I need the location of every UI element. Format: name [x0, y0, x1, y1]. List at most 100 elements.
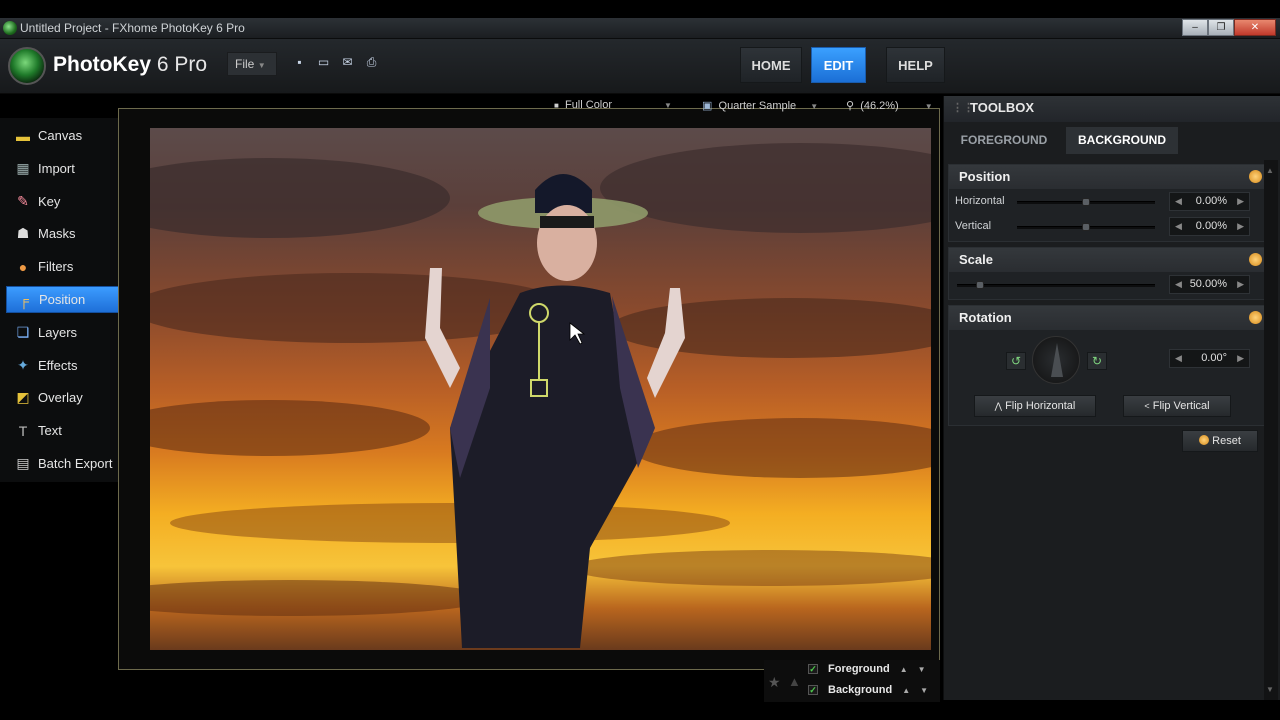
position-section-header[interactable]: Position — [949, 165, 1271, 189]
file-menu[interactable]: File ▼ — [227, 52, 277, 76]
color-mode-dropdown[interactable]: ■ Full Color ▼ — [554, 99, 672, 111]
chevron-down-icon: ▼ — [664, 101, 672, 110]
sample-icon: ▣ — [702, 100, 713, 112]
toolbox-scrollbar[interactable]: ▲ ▼ — [1264, 160, 1278, 700]
save-icon[interactable]: ▪ — [292, 56, 307, 69]
horizontal-value-field[interactable]: ◀ 0.00% ▶ — [1169, 192, 1250, 211]
sidebar-item-label: Canvas — [38, 128, 83, 143]
batch-export-icon: ▤ — [16, 455, 30, 471]
grip-icon[interactable]: ⋮⋮ — [952, 96, 974, 120]
scroll-up-icon[interactable]: ▲ — [1266, 166, 1274, 175]
zoom-dropdown[interactable]: ⚲ (46.2%) ▼ — [846, 99, 933, 112]
scale-title: Scale — [959, 252, 993, 267]
filters-icon: ● — [18, 258, 28, 275]
toolbox-title: TOOLBOX — [970, 100, 1035, 115]
rotation-value-field[interactable]: ◀ 0.00° ▶ — [1169, 349, 1250, 368]
home-button[interactable]: HOME — [740, 47, 802, 83]
horizontal-slider-knob[interactable] — [1082, 198, 1090, 206]
sample-dropdown[interactable]: ▣ Quarter Sample ▼ — [702, 99, 818, 112]
vertical-row: Vertical ◀ 0.00% ▶ — [949, 214, 1271, 239]
rotation-section-header[interactable]: Rotation — [949, 306, 1271, 330]
flip-horizontal-button[interactable]: ⋀ Flip Horizontal — [974, 395, 1096, 417]
vertical-value: 0.00% — [1195, 220, 1227, 232]
position-icon: ╒ — [19, 291, 29, 308]
layer-foreground-row[interactable]: ✓ Foreground ▲ ▼ — [808, 660, 926, 678]
layer-background-row[interactable]: ✓ Background ▲ ▼ — [808, 681, 928, 699]
rotation-reset-icon[interactable] — [1249, 311, 1262, 324]
decrement-icon[interactable]: ◀ — [1175, 350, 1182, 367]
window-title: Untitled Project - FXhome PhotoKey 6 Pro — [20, 21, 245, 35]
zoom-icon: ⚲ — [846, 100, 855, 112]
app-toolbar: PhotoKey 6 Pro File ▼ ▪ ▭ ✉ ⎙ HOME EDIT … — [0, 39, 1280, 94]
canvas-icon: ▬ — [16, 127, 30, 144]
scale-value-field[interactable]: ◀ 50.00% ▶ — [1169, 275, 1250, 294]
minimize-button[interactable]: – — [1182, 19, 1208, 36]
app-name-version: 6 Pro — [151, 53, 208, 76]
color-mode-label: Full Color — [564, 99, 613, 111]
sidebar-item-label: Position — [39, 292, 86, 307]
scale-slider-knob[interactable] — [976, 281, 984, 289]
zoom-label: (46.2%) — [860, 100, 899, 112]
move-down-icon[interactable]: ▼ — [920, 686, 928, 695]
tab-background[interactable]: BACKGROUND — [1066, 127, 1178, 154]
increment-icon[interactable]: ▶ — [1237, 350, 1244, 367]
email-icon[interactable]: ✉ — [340, 56, 355, 69]
scale-reset-icon[interactable] — [1249, 253, 1262, 266]
horizontal-value: 0.00% — [1195, 195, 1227, 207]
reset-button[interactable]: Reset — [1182, 430, 1258, 452]
chevron-down-icon: ▼ — [924, 102, 933, 111]
help-button[interactable]: HELP — [886, 47, 945, 83]
increment-icon[interactable]: ▶ — [1237, 193, 1244, 210]
foreground-visible-checkbox[interactable]: ✓ — [808, 664, 818, 674]
layer-tool-icon[interactable]: ▲ — [788, 674, 801, 689]
composite-image-svg — [150, 128, 931, 650]
close-button[interactable]: ✕ — [1234, 19, 1276, 36]
increment-icon[interactable]: ▶ — [1237, 276, 1244, 293]
composite-image[interactable] — [150, 128, 931, 650]
decrement-icon[interactable]: ◀ — [1175, 193, 1182, 210]
sidebar-item-label: Effects — [38, 357, 78, 373]
scroll-down-icon[interactable]: ▼ — [1266, 685, 1274, 694]
rotate-right-icon[interactable]: ↻ — [1087, 352, 1107, 370]
increment-icon[interactable]: ▶ — [1237, 218, 1244, 235]
vertical-label: Vertical — [955, 220, 992, 232]
tab-foreground[interactable]: FOREGROUND — [948, 127, 1060, 154]
layers-icon: ❏ — [16, 323, 30, 340]
sidebar-item-label: Text — [38, 423, 62, 439]
print-icon[interactable]: ⎙ — [364, 56, 379, 69]
decrement-icon[interactable]: ◀ — [1175, 218, 1182, 235]
move-down-icon[interactable]: ▼ — [918, 665, 926, 674]
vertical-value-field[interactable]: ◀ 0.00% ▶ — [1169, 217, 1250, 236]
rotation-value: 0.00° — [1201, 352, 1227, 364]
star-icon[interactable]: ★ — [768, 674, 781, 691]
horizontal-slider[interactable] — [1017, 198, 1155, 206]
scale-value: 50.00% — [1189, 278, 1227, 290]
toolbox-header: ⋮⋮ TOOLBOX — [944, 96, 1280, 122]
move-up-icon[interactable]: ▲ — [900, 665, 908, 674]
decrement-icon[interactable]: ◀ — [1175, 276, 1182, 293]
export-icon[interactable]: ▭ — [316, 56, 331, 69]
masks-icon: ☗ — [16, 225, 30, 242]
vertical-slider[interactable] — [1017, 223, 1155, 231]
vertical-slider-knob[interactable] — [1082, 223, 1090, 231]
edit-button[interactable]: EDIT — [811, 47, 866, 83]
scale-slider[interactable] — [957, 281, 1155, 289]
horizontal-row: Horizontal ◀ 0.00% ▶ — [949, 189, 1271, 214]
chevron-down-icon: ▼ — [257, 61, 266, 70]
key-icon: ✎ — [17, 192, 29, 209]
rotate-left-icon[interactable]: ↺ — [1006, 352, 1026, 370]
effects-icon: ✦ — [17, 356, 29, 373]
flip-vertical-button[interactable]: < Flip Vertical — [1123, 395, 1231, 417]
overlay-icon: ◩ — [16, 389, 30, 406]
text-icon: T — [18, 422, 28, 439]
scale-section-header[interactable]: Scale — [949, 248, 1271, 272]
sample-label: Quarter Sample — [718, 100, 797, 112]
rotation-dial[interactable] — [1032, 336, 1080, 384]
sidebar-item-label: Overlay — [38, 390, 83, 406]
background-visible-checkbox[interactable]: ✓ — [808, 685, 818, 695]
maximize-button[interactable]: ❐ — [1208, 19, 1234, 36]
app-name: PhotoKey 6 Pro — [53, 53, 207, 77]
move-up-icon[interactable]: ▲ — [902, 686, 910, 695]
position-reset-icon[interactable] — [1249, 170, 1262, 183]
flip-horizontal-label: Flip Horizontal — [1005, 400, 1076, 412]
